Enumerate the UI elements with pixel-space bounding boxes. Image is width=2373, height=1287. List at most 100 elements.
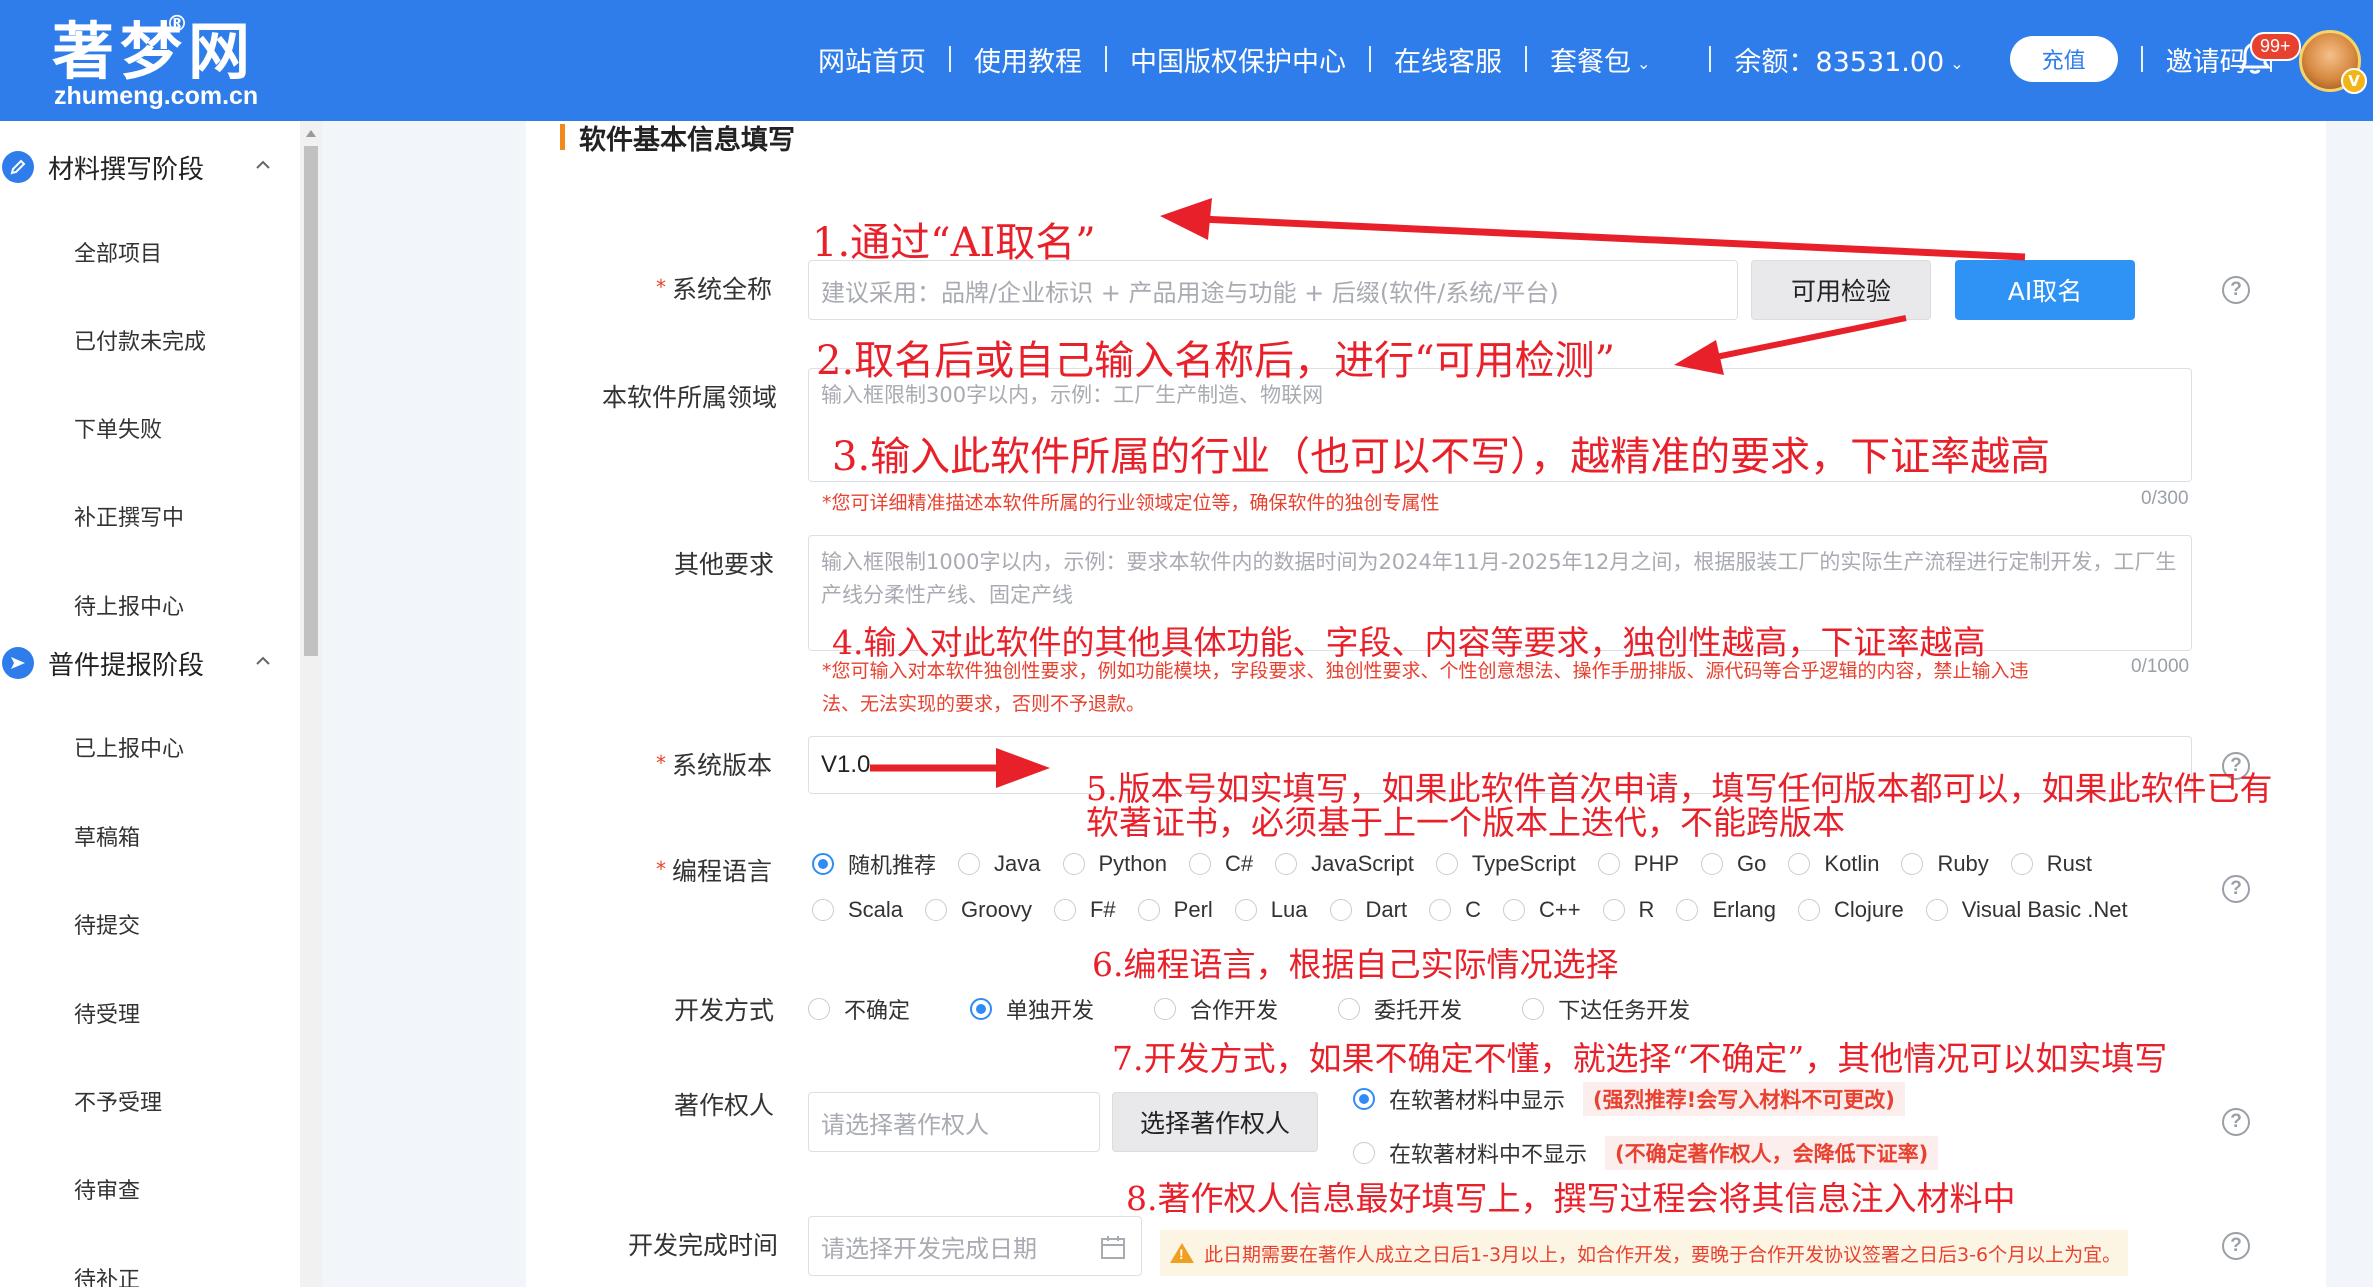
sidebar-item-to-correct[interactable]: 待补正 [74, 1262, 140, 1287]
chevron-down-icon: ⌄ [1637, 53, 1651, 73]
finish-date-warning: 此日期需要在著作人成立之日后1-3月以上，如合作开发，要晚于合作开发协议签署之日… [1160, 1230, 2128, 1276]
radio-circle [1522, 998, 1545, 1020]
radio-circle [1435, 853, 1458, 875]
owner-input[interactable]: 请选择著作权人 [808, 1092, 1100, 1152]
owner-hide-option: 在软著材料中不显示 (不确定著作权人，会降低下证率) [1353, 1136, 1939, 1170]
nav-divider [949, 46, 951, 72]
sidebar-group-submission[interactable]: 普件提报阶段 [0, 638, 300, 688]
sidebar-item-reported[interactable]: 已上报中心 [74, 731, 184, 763]
finish-date-picker[interactable]: 请选择开发完成日期 [808, 1216, 1142, 1276]
radio-lang-typescript[interactable]: TypeScript [1435, 851, 1576, 877]
radio-lang-csharp[interactable]: C# [1189, 851, 1253, 877]
radio-lang-java[interactable]: Java [958, 851, 1041, 877]
sidebar-item-to-accept[interactable]: 待受理 [74, 997, 140, 1029]
top-nav: 网站首页 使用教程 中国版权保护中心 在线客服 套餐包 ⌄ 余额：83531.00… [795, 34, 2272, 84]
annotation-8: 8.著作权人信息最好填写上，撰写过程会将其信息注入材料中 [1126, 1179, 2016, 1218]
radio-circle [1338, 998, 1361, 1020]
finish-date-label: 开发完成时间 [628, 1231, 779, 1260]
radio-dev-cooperative[interactable]: 合作开发 [1154, 993, 1278, 1025]
help-circle-icon[interactable]: ? [2222, 875, 2250, 903]
radio-lang-cpp[interactable]: C++ [1502, 897, 1581, 923]
radio-lang-go[interactable]: Go [1701, 851, 1766, 877]
site-logo[interactable]: 著梦网 ® zhumeng.com.cn [52, 12, 302, 114]
balance-dropdown[interactable]: 余额：83531.00 ⌄ [1711, 40, 1986, 79]
package-label: 套餐包 [1550, 46, 1631, 78]
nav-package-dropdown[interactable]: 套餐包 ⌄ [1527, 40, 1673, 79]
radio-dev-assigned[interactable]: 下达任务开发 [1522, 993, 1690, 1025]
radio-lang-javascript[interactable]: JavaScript [1275, 851, 1414, 877]
scrollbar-thumb[interactable] [304, 146, 318, 656]
sidebar-item-rejected[interactable]: 不予受理 [74, 1085, 162, 1117]
recharge-button[interactable]: 充值 [2009, 36, 2118, 82]
system-name-input[interactable]: 建议采用：品牌/企业标识 + 产品用途与功能 + 后缀(软件/系统/平台) [808, 260, 1738, 320]
annotation-5-line2: 软著证书，必须基于上一个版本上迭代，不能跨版本 [1086, 803, 1845, 842]
radio-dev-unsure[interactable]: 不确定 [808, 993, 910, 1025]
ai-naming-button[interactable]: AI取名 [1955, 260, 2135, 320]
vip-badge: V [2341, 68, 2367, 94]
title-accent-bar [560, 124, 565, 150]
scroll-up-arrow-icon[interactable] [306, 130, 316, 137]
sidebar-item-to-submit[interactable]: 待提交 [74, 908, 140, 940]
radio-lang-python[interactable]: Python [1062, 851, 1167, 877]
nav-support[interactable]: 在线客服 [1371, 40, 1525, 79]
annotation-3: 3.输入此软件所属的行业（也可以不写），越精准的要求，下证率越高 [832, 434, 2051, 480]
radio-lang-fsharp[interactable]: F# [1053, 897, 1116, 923]
radio-lang-kotlin[interactable]: Kotlin [1788, 851, 1879, 877]
chevron-up-icon [256, 656, 270, 665]
nav-tutorial[interactable]: 使用教程 [951, 40, 1105, 79]
radio-circle [812, 853, 834, 875]
system-name-label: * 系统全称 [656, 270, 772, 306]
finish-date-placeholder: 请选择开发完成日期 [821, 1234, 1037, 1263]
radio-circle [1234, 899, 1257, 921]
radio-lang-scala[interactable]: Scala [812, 897, 903, 923]
radio-lang-dart[interactable]: Dart [1329, 897, 1407, 923]
radio-lang-clojure[interactable]: Clojure [1798, 897, 1904, 923]
radio-owner-hide[interactable]: 在软著材料中不显示 [1353, 1137, 1587, 1169]
radio-dev-commissioned[interactable]: 委托开发 [1338, 993, 1462, 1025]
radio-lang-lua[interactable]: Lua [1234, 897, 1308, 923]
nav-copyright-center[interactable]: 中国版权保护中心 [1107, 40, 1369, 79]
help-circle-icon[interactable]: ? [2222, 276, 2250, 304]
sidebar-item-pending-report[interactable]: 待上报中心 [74, 589, 184, 621]
radio-lang-visual-basic-net[interactable]: Visual Basic .Net [1925, 897, 2128, 923]
sidebar-item-correction-writing[interactable]: 补正撰写中 [74, 500, 184, 532]
sidebar-group-title: 普件提报阶段 [48, 650, 205, 681]
radio-lang-rust[interactable]: Rust [2010, 851, 2092, 877]
select-owner-button[interactable]: 选择著作权人 [1112, 1092, 1318, 1152]
sidebar-item-all-projects[interactable]: 全部项目 [74, 236, 162, 268]
radio-lang-ruby[interactable]: Ruby [1901, 851, 1989, 877]
sidebar-item-paid-unfinished[interactable]: 已付款未完成 [74, 324, 206, 356]
send-icon [2, 647, 34, 679]
nav-divider [2140, 46, 2143, 72]
radio-lang-php[interactable]: PHP [1597, 851, 1679, 877]
calendar-icon [1101, 1236, 1125, 1259]
radio-lang-r[interactable]: R [1602, 897, 1654, 923]
sidebar-item-to-review[interactable]: 待审查 [74, 1173, 140, 1205]
sidebar-item-order-failed[interactable]: 下单失败 [74, 412, 162, 444]
radio-lang-random[interactable]: 随机推荐 [812, 848, 936, 880]
section-title-text: 软件基本信息填写 [579, 124, 795, 156]
radio-lang-groovy[interactable]: Groovy [925, 897, 1032, 923]
availability-check-button[interactable]: 可用检验 [1751, 260, 1931, 320]
radio-circle [1062, 853, 1085, 875]
sidebar-item-drafts[interactable]: 草稿箱 [74, 820, 140, 852]
radio-lang-erlang[interactable]: Erlang [1676, 897, 1776, 923]
language-radio-row2: Scala Groovy F# Perl Lua Dart C C++ R Er… [812, 897, 2128, 923]
section-title: 软件基本信息填写 [560, 120, 795, 156]
help-circle-icon[interactable]: ? [2222, 1232, 2250, 1260]
annotation-6: 6.编程语言，根据自己实际情况选择 [1092, 945, 1619, 984]
other-hint-line2: 法、无法实现的要求，否则不予退款。 [822, 693, 1146, 715]
help-circle-icon[interactable]: ? [2222, 1108, 2250, 1136]
sidebar-group-writing[interactable]: 材料撰写阶段 [0, 142, 300, 192]
annotation-1: 1.通过“AI取名” [812, 220, 1096, 266]
version-label-text: 系统版本 [672, 751, 773, 780]
nav-home[interactable]: 网站首页 [795, 40, 949, 79]
radio-lang-c[interactable]: C [1429, 897, 1481, 923]
radio-circle [1329, 899, 1352, 921]
radio-lang-perl[interactable]: Perl [1137, 897, 1213, 923]
radio-owner-show[interactable]: 在软著材料中显示 [1353, 1083, 1565, 1115]
radio-dev-solo[interactable]: 单独开发 [970, 993, 1094, 1025]
radio-circle [1788, 853, 1811, 875]
logo-domain: zhumeng.com.cn [54, 82, 259, 110]
radio-circle [1597, 853, 1620, 875]
